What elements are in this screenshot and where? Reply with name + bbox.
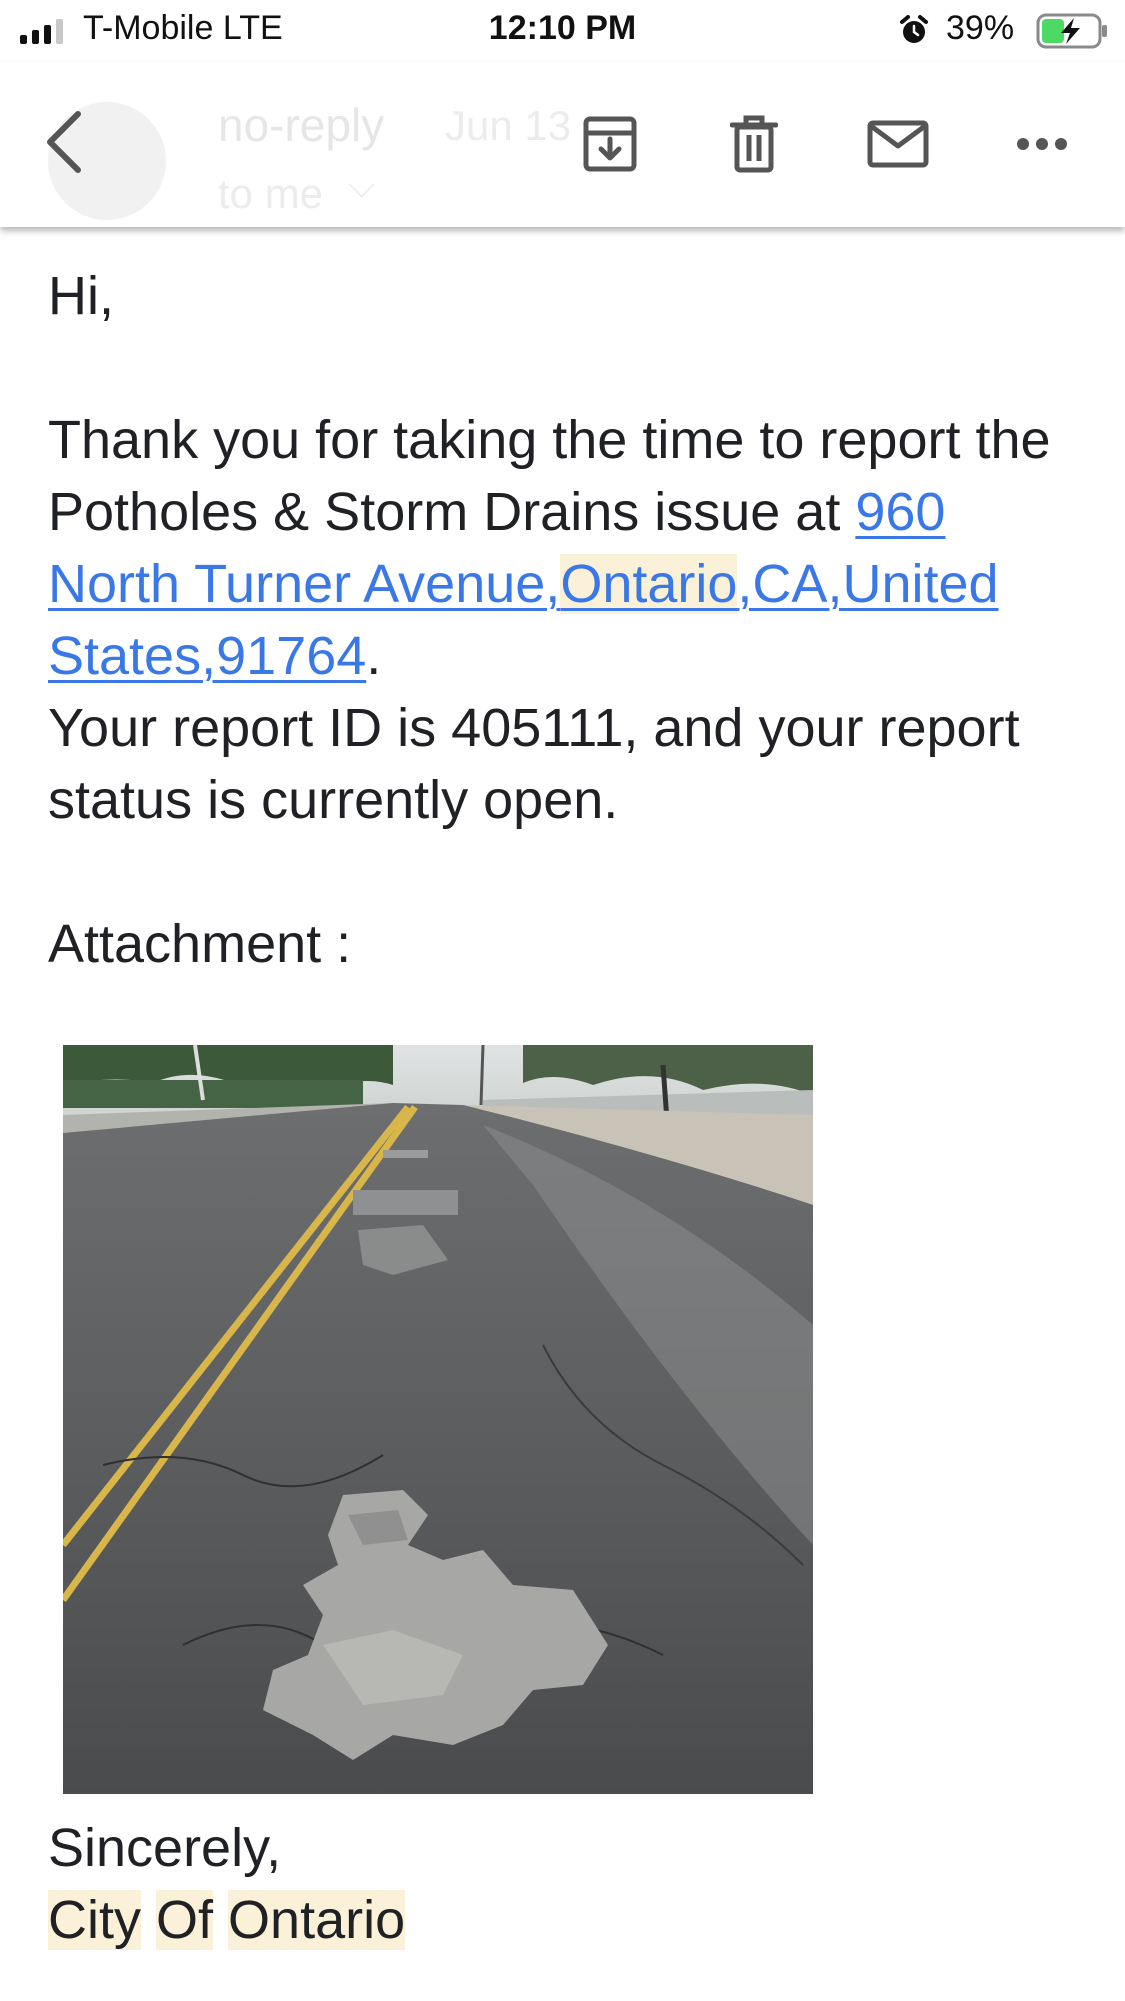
signature-word: Of bbox=[156, 1890, 214, 1950]
email-toolbar: no-reply Jun 13 to me ⌵ bbox=[0, 62, 1125, 227]
period: . bbox=[366, 626, 382, 686]
chevron-down-icon: ⌵ bbox=[348, 164, 376, 205]
status-bar: T-Mobile LTE 12:10 PM 39% bbox=[0, 0, 1125, 62]
battery-percent: 39% bbox=[946, 9, 1015, 47]
greeting: Hi, bbox=[48, 266, 114, 326]
archive-icon bbox=[583, 116, 637, 172]
signature-word: Ontario bbox=[228, 1890, 406, 1950]
signature-word: City bbox=[48, 1890, 141, 1950]
sender-name: no-reply bbox=[218, 99, 385, 151]
attachment-image[interactable] bbox=[63, 1045, 813, 1794]
back-button[interactable] bbox=[34, 102, 94, 182]
battery-charging-icon bbox=[1036, 13, 1107, 49]
back-arrow-icon bbox=[47, 111, 81, 173]
closing-text: Sincerely, bbox=[48, 1818, 282, 1878]
signoff: Sincerely, City Of Ontario bbox=[48, 1812, 406, 1956]
archive-button[interactable] bbox=[574, 106, 646, 182]
address-part2: Ontario bbox=[560, 554, 738, 614]
more-dots-icon bbox=[1017, 138, 1067, 150]
more-options-button[interactable] bbox=[1006, 110, 1078, 178]
report-status: Your report ID is 405111, and your repor… bbox=[48, 698, 1020, 830]
email-date: Jun 13 bbox=[445, 102, 572, 149]
report-message: Thank you for taking the time to report … bbox=[48, 404, 1088, 692]
delete-button[interactable] bbox=[718, 106, 790, 182]
attachment-label: Attachment : bbox=[48, 914, 352, 974]
mail-icon bbox=[867, 120, 929, 168]
email-body: Hi, Thank you for taking the time to rep… bbox=[48, 260, 1088, 980]
alarm-icon bbox=[900, 15, 928, 43]
recipient-label: to me bbox=[218, 170, 324, 217]
mark-unread-button[interactable] bbox=[862, 110, 934, 178]
signature: City Of Ontario bbox=[48, 1884, 406, 1956]
trash-icon bbox=[730, 115, 778, 173]
